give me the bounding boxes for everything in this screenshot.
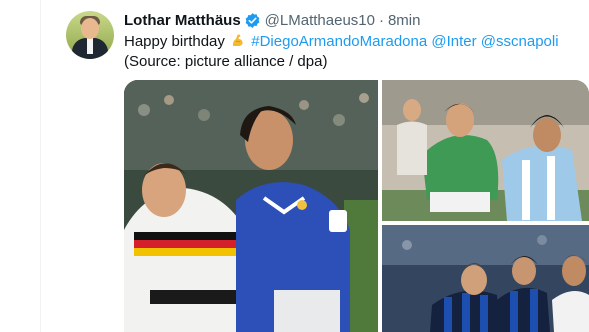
timeline-divider	[40, 0, 41, 332]
tweet[interactable]: Lothar Matthäus @LMatthaeus10 · 8min Hap…	[0, 0, 589, 332]
flexed-biceps-icon	[230, 32, 246, 48]
verified-badge-icon	[244, 12, 261, 29]
separator-dot: ·	[378, 11, 384, 29]
photo-bottom-right[interactable]	[382, 225, 589, 332]
tweet-text-prefix: Happy birthday	[124, 33, 225, 50]
photo-main[interactable]	[124, 80, 378, 332]
tweet-text: Happy birthday #DiegoArmandoMaradona @In…	[124, 32, 579, 72]
author-name[interactable]: Lothar Matthäus	[124, 12, 241, 29]
mention-link[interactable]: @Inter	[431, 33, 476, 50]
source-line: (Source: picture alliance / dpa)	[124, 53, 328, 70]
hashtag-link[interactable]: #DiegoArmandoMaradona	[251, 33, 427, 50]
mention-link[interactable]: @sscnapoli	[481, 33, 559, 50]
photo-top-right[interactable]	[382, 80, 589, 221]
media-grid	[124, 80, 589, 332]
avatar[interactable]	[66, 11, 114, 59]
tweet-header: Lothar Matthäus @LMatthaeus10 · 8min	[124, 10, 420, 30]
tweet-timestamp[interactable]: 8min	[388, 12, 421, 29]
author-handle[interactable]: @LMatthaeus10	[265, 12, 375, 29]
